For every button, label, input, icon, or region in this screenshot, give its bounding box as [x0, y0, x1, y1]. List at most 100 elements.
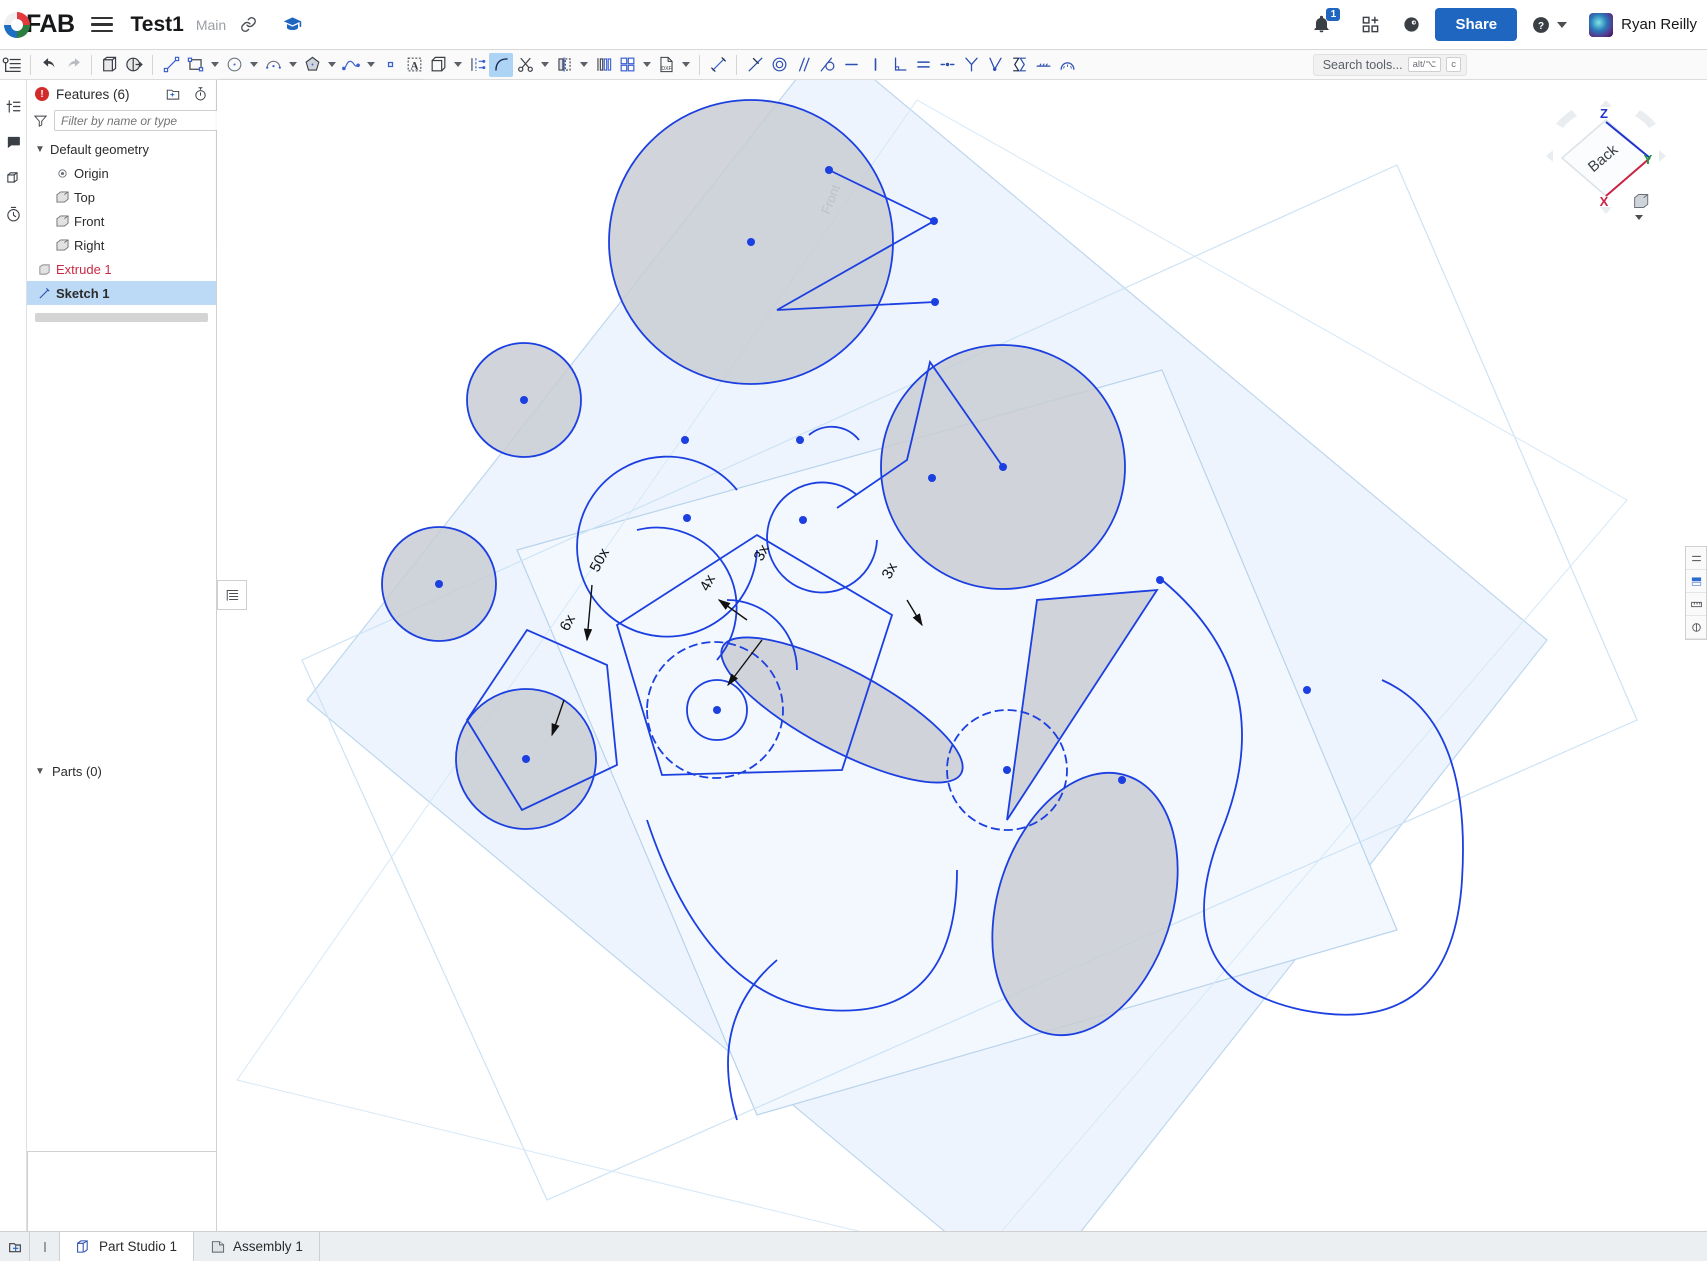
use-projection-icon[interactable]	[426, 53, 450, 77]
main-menu-button[interactable]	[90, 16, 113, 33]
export-dxf-icon[interactable]: DXF	[654, 53, 678, 77]
feature-tree-scrollbar[interactable]	[35, 313, 208, 322]
tab-filter-icon[interactable]	[30, 1231, 60, 1261]
export-dxf-dropdown-icon[interactable]	[678, 53, 693, 77]
rollback-timer-icon[interactable]	[193, 86, 208, 102]
display-state-icon[interactable]	[1686, 547, 1706, 570]
arc-icon[interactable]	[261, 53, 285, 77]
sum-constraint-icon[interactable]	[1007, 53, 1031, 77]
tree-node-default-geometry[interactable]: ▼ Default geometry	[27, 137, 216, 161]
trim-icon[interactable]	[513, 53, 537, 77]
tree-node-right[interactable]: Right	[27, 233, 216, 257]
horizontal-constraint-icon[interactable]	[839, 53, 863, 77]
measure-icon[interactable]	[1686, 593, 1706, 616]
chevron-down-icon[interactable]: ▼	[35, 144, 47, 155]
tree-node-sketch-1[interactable]: Sketch 1	[27, 281, 216, 305]
search-tools-placeholder: Search tools...	[1322, 57, 1403, 72]
apps-grid-icon[interactable]	[1361, 15, 1380, 34]
graduation-cap-icon[interactable]	[283, 15, 302, 34]
extrude-icon[interactable]	[98, 53, 122, 77]
line-icon[interactable]	[159, 53, 183, 77]
tangent-constraint-icon[interactable]	[815, 53, 839, 77]
section-view-icon[interactable]	[1686, 570, 1706, 593]
curvature-constraint-icon[interactable]	[983, 53, 1007, 77]
app-logo[interactable]: FAB	[4, 10, 75, 39]
undo-icon[interactable]	[37, 53, 61, 77]
text-icon[interactable]: A	[402, 53, 426, 77]
tree-node-label: Top	[74, 189, 95, 205]
brand-mark-icon	[4, 11, 30, 38]
coincident-constraint-icon[interactable]	[743, 53, 767, 77]
chevron-down-icon[interactable]: ▼	[35, 766, 47, 777]
history-icon[interactable]	[0, 196, 27, 232]
sketch-tree-icon[interactable]	[0, 53, 24, 77]
vertical-constraint-icon[interactable]	[863, 53, 887, 77]
symmetric-constraint-icon[interactable]	[959, 53, 983, 77]
use-projection-dropdown-icon[interactable]	[450, 53, 465, 77]
linear-pattern-icon[interactable]	[591, 53, 615, 77]
layers-icon[interactable]	[0, 160, 27, 196]
revolve-icon[interactable]	[122, 53, 146, 77]
parallel-constraint-icon[interactable]	[791, 53, 815, 77]
link-icon[interactable]	[240, 16, 257, 33]
equal-constraint-icon[interactable]	[911, 53, 935, 77]
grid-pattern-dropdown-icon[interactable]	[639, 53, 654, 77]
tree-node-label: Extrude 1	[56, 261, 112, 277]
add-folder-icon[interactable]	[165, 87, 181, 101]
parts-section-header[interactable]: ▼ Parts (0)	[27, 759, 217, 783]
construction-icon[interactable]	[1031, 53, 1055, 77]
view-cube-menu-icon[interactable]	[1632, 192, 1652, 224]
rectangle-icon[interactable]	[183, 53, 207, 77]
parts-label: Parts (0)	[52, 763, 102, 779]
filter-icon[interactable]	[33, 113, 48, 128]
circle-icon[interactable]	[222, 53, 246, 77]
mirror-dropdown-icon[interactable]	[576, 53, 591, 77]
trim-dropdown-icon[interactable]	[537, 53, 552, 77]
mirror-icon[interactable]	[552, 53, 576, 77]
grid-pattern-icon[interactable]	[615, 53, 639, 77]
polygon-dropdown-icon[interactable]	[324, 53, 339, 77]
tree-node-origin[interactable]: Origin	[27, 161, 216, 185]
tree-node-top[interactable]: Top	[27, 185, 216, 209]
insert-feature-icon[interactable]	[0, 88, 27, 124]
concentric-constraint-icon[interactable]	[767, 53, 791, 77]
branch-label[interactable]: Main	[196, 17, 226, 33]
sketch-graphics[interactable]: Front	[217, 80, 1707, 1261]
render-icon[interactable]	[1686, 616, 1706, 639]
circle-dropdown-icon[interactable]	[246, 53, 261, 77]
view-cube[interactable]: Back Z Y X	[1542, 98, 1682, 221]
tree-node-front[interactable]: Front	[27, 209, 216, 233]
user-name[interactable]: Ryan Reilly	[1621, 16, 1697, 33]
point-icon[interactable]	[378, 53, 402, 77]
polygon-icon[interactable]	[300, 53, 324, 77]
tree-node-extrude-1[interactable]: Extrude 1	[27, 257, 216, 281]
feature-filter-input[interactable]	[54, 110, 225, 131]
dimension-icon[interactable]	[706, 53, 730, 77]
rectangle-dropdown-icon[interactable]	[207, 53, 222, 77]
help-globe-icon[interactable]	[1402, 15, 1421, 34]
comment-icon[interactable]	[0, 124, 27, 160]
avatar[interactable]	[1589, 12, 1621, 37]
notifications-button[interactable]: 1	[1312, 8, 1341, 34]
document-title[interactable]: Test1	[131, 13, 184, 37]
help-chevron-down-icon[interactable]	[1557, 21, 1568, 28]
fillet-icon[interactable]	[489, 52, 513, 77]
svg-text:A: A	[410, 60, 418, 72]
graphics-canvas[interactable]: Front	[217, 80, 1707, 1261]
perpendicular-constraint-icon[interactable]	[887, 53, 911, 77]
midpoint-constraint-icon[interactable]	[935, 53, 959, 77]
arc-normal-icon[interactable]	[1055, 53, 1079, 77]
tab-assembly-1[interactable]: Assembly 1	[194, 1231, 320, 1261]
help-icon[interactable]: ?	[1531, 15, 1568, 35]
feature-error-badge[interactable]: !	[35, 87, 49, 101]
search-tools-box[interactable]: Search tools... alt/⌥ c	[1312, 53, 1467, 76]
arc-dropdown-icon[interactable]	[285, 53, 300, 77]
spline-dropdown-icon[interactable]	[363, 53, 378, 77]
sketch-tools-mini-panel[interactable]	[217, 580, 247, 610]
offset-icon[interactable]	[465, 53, 489, 77]
redo-icon[interactable]	[61, 53, 85, 77]
share-button[interactable]: Share	[1435, 8, 1518, 41]
add-tab-icon[interactable]	[0, 1231, 30, 1261]
tab-part-studio-1[interactable]: Part Studio 1	[60, 1231, 195, 1261]
spline-icon[interactable]	[339, 53, 363, 77]
